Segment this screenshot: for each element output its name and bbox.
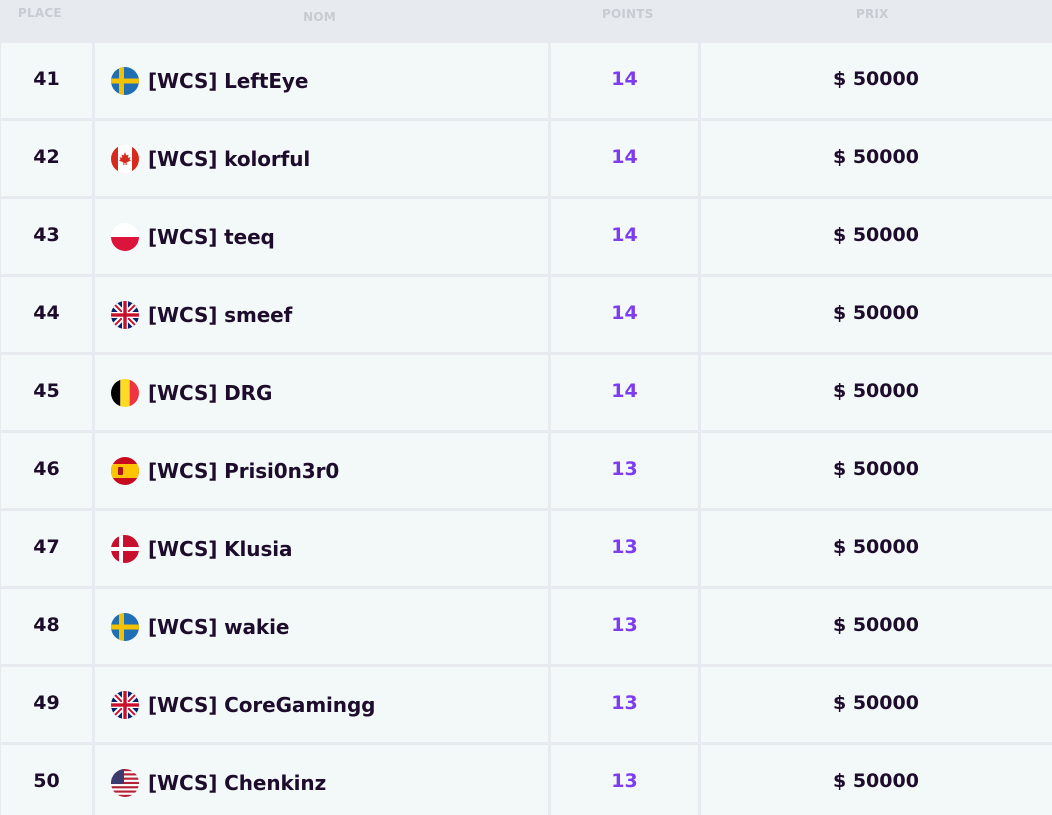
place-cell: 50	[1, 745, 92, 815]
player-name[interactable]: [WCS] DRG	[148, 381, 272, 405]
table-row[interactable]: 48 [WCS] wakie 13 $ 50000	[1, 589, 1052, 664]
table-row[interactable]: 49 [WCS] CoreGamingg 13 $ 50000	[1, 667, 1052, 742]
player-name[interactable]: [WCS] CoreGamingg	[148, 693, 375, 717]
place-cell: 46	[1, 433, 92, 508]
points-cell: 14	[551, 43, 698, 118]
player-cell[interactable]: [WCS] wakie	[95, 589, 548, 664]
player-cell[interactable]: [WCS] Prisi0n3r0	[95, 433, 548, 508]
player-name[interactable]: [WCS] Chenkinz	[148, 771, 326, 795]
player-cell[interactable]: [WCS] CoreGamingg	[95, 667, 548, 742]
place-cell: 49	[1, 667, 92, 742]
table-row[interactable]: 45 [WCS] DRG 14 $ 50000	[1, 355, 1052, 430]
sweden-flag-icon	[111, 612, 139, 641]
place-cell: 47	[1, 511, 92, 586]
player-cell[interactable]: [WCS] kolorful	[95, 121, 548, 196]
player-name[interactable]: [WCS] wakie	[148, 615, 289, 639]
points-cell: 13	[551, 433, 698, 508]
table-row[interactable]: 46 [WCS] Prisi0n3r0 13 $ 50000	[1, 433, 1052, 508]
player-name[interactable]: [WCS] LeftEye	[148, 69, 308, 93]
points-cell: 13	[551, 511, 698, 586]
place-cell: 45	[1, 355, 92, 430]
prize-cell: $ 50000	[701, 589, 1052, 664]
prize-cell: $ 50000	[701, 745, 1052, 815]
points-cell: 14	[551, 199, 698, 274]
player-cell[interactable]: [WCS] smeef	[95, 277, 548, 352]
player-name[interactable]: [WCS] Klusia	[148, 537, 293, 561]
player-name[interactable]: [WCS] smeef	[148, 303, 292, 327]
column-header-prize[interactable]: PRIX	[695, 0, 1052, 43]
uk-flag-icon	[111, 690, 139, 719]
uk-flag-icon	[111, 300, 139, 329]
player-name[interactable]: [WCS] teeq	[148, 225, 275, 249]
points-cell: 14	[551, 277, 698, 352]
canada-flag-icon	[111, 144, 139, 173]
player-cell[interactable]: [WCS] LeftEye	[95, 43, 548, 118]
usa-flag-icon	[111, 768, 139, 797]
place-cell: 41	[1, 43, 92, 118]
points-cell: 14	[551, 355, 698, 430]
player-name[interactable]: [WCS] Prisi0n3r0	[148, 459, 339, 483]
player-cell[interactable]: [WCS] DRG	[95, 355, 548, 430]
prize-cell: $ 50000	[701, 121, 1052, 196]
place-cell: 48	[1, 589, 92, 664]
prize-cell: $ 50000	[701, 43, 1052, 118]
place-cell: 43	[1, 199, 92, 274]
table-row[interactable]: 44 [WCS] smeef 14 $ 50000	[1, 277, 1052, 352]
prize-cell: $ 50000	[701, 511, 1052, 586]
table-row[interactable]: 50 [WCS] Chenkinz 13 $ 50000	[1, 745, 1052, 815]
table-row[interactable]: 43 [WCS] teeq 14 $ 50000	[1, 199, 1052, 274]
spain-flag-icon	[111, 456, 139, 485]
table-header: PLACE NOM POINTS PRIX	[0, 0, 1052, 43]
table-row[interactable]: 47 [WCS] Klusia 13 $ 50000	[1, 511, 1052, 586]
player-cell[interactable]: [WCS] Chenkinz	[95, 745, 548, 815]
table-body: 41 [WCS] LeftEye 14 $ 50000 42 [WCS] kol…	[0, 43, 1052, 815]
prize-cell: $ 50000	[701, 355, 1052, 430]
prize-cell: $ 50000	[701, 667, 1052, 742]
points-cell: 13	[551, 745, 698, 815]
player-cell[interactable]: [WCS] teeq	[95, 199, 548, 274]
player-cell[interactable]: [WCS] Klusia	[95, 511, 548, 586]
poland-flag-icon	[111, 222, 139, 251]
table-row[interactable]: 41 [WCS] LeftEye 14 $ 50000	[1, 43, 1052, 118]
points-cell: 13	[551, 589, 698, 664]
sweden-flag-icon	[111, 66, 139, 95]
leaderboard-table: PLACE NOM POINTS PRIX 41 [WCS] LeftEye 1…	[0, 0, 1052, 815]
player-name[interactable]: [WCS] kolorful	[148, 147, 310, 171]
points-cell: 13	[551, 667, 698, 742]
denmark-flag-icon	[111, 534, 139, 563]
prize-cell: $ 50000	[701, 433, 1052, 508]
column-header-place[interactable]: PLACE	[0, 0, 92, 43]
table-row[interactable]: 42 [WCS] kolorful 14 $ 50000	[1, 121, 1052, 196]
belgium-flag-icon	[111, 378, 139, 407]
place-cell: 44	[1, 277, 92, 352]
column-header-points[interactable]: POINTS	[547, 0, 695, 43]
column-header-name[interactable]: NOM	[92, 0, 547, 43]
prize-cell: $ 50000	[701, 277, 1052, 352]
place-cell: 42	[1, 121, 92, 196]
prize-cell: $ 50000	[701, 199, 1052, 274]
points-cell: 14	[551, 121, 698, 196]
